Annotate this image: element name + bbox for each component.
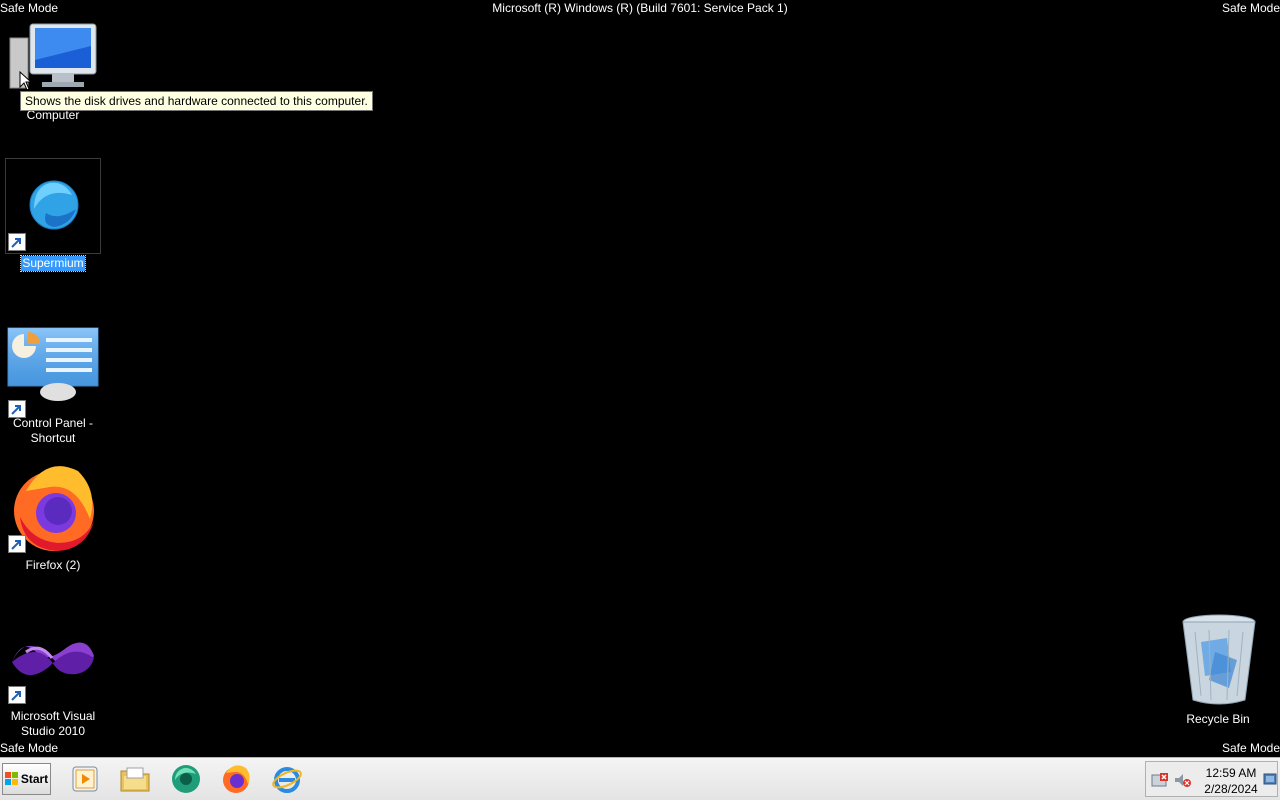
taskbar-explorer-button[interactable] (115, 762, 155, 796)
tooltip: Shows the disk drives and hardware conne… (20, 91, 373, 111)
desktop-icon-supermium[interactable]: Supermium (5, 158, 101, 272)
clock-date[interactable]: 2/28/2024 (1201, 782, 1261, 796)
taskbar-internet-explorer-button[interactable] (267, 762, 307, 796)
file-explorer-icon (120, 767, 150, 792)
desktop-icon-control-panel[interactable]: Control Panel - Shortcut (5, 326, 101, 447)
internet-explorer-icon (272, 767, 302, 793)
desktop-icon-label: Recycle Bin (1186, 712, 1250, 726)
desktop-icon-label: Firefox (2) (25, 558, 81, 572)
recycle-bin-icon (1171, 612, 1265, 706)
desktop-icon-firefox[interactable]: Firefox (2) (5, 461, 101, 574)
clock-time[interactable]: 12:59 AM (1201, 766, 1261, 780)
supermium-icon (5, 158, 101, 254)
build-version-text: Microsoft (R) Windows (R) (Build 7601: S… (492, 1, 788, 15)
safe-mode-label-bottom-left: Safe Mode (0, 741, 59, 755)
shortcut-arrow-icon (8, 686, 26, 704)
shortcut-arrow-icon (8, 233, 26, 251)
windows-logo-icon (4, 772, 18, 785)
desktop[interactable]: Safe Mode Safe Mode Microsoft (R) Window… (0, 0, 1280, 757)
shortcut-arrow-icon (8, 535, 26, 553)
volume-muted-icon[interactable] (1174, 772, 1192, 788)
desktop-icon-label: Control Panel - Shortcut (12, 416, 94, 445)
media-player-icon (72, 766, 98, 792)
taskbar-media-player-button[interactable] (65, 762, 105, 796)
visual-studio-icon (6, 612, 100, 706)
control-panel-icon (6, 326, 100, 420)
desktop-icon-label: Supermium (20, 255, 86, 272)
mouse-cursor-icon (19, 71, 31, 91)
show-desktop-icon[interactable] (1263, 770, 1277, 790)
start-label: Start (20, 772, 49, 786)
firefox-icon (6, 461, 100, 555)
shortcut-arrow-icon (8, 400, 26, 418)
taskbar-supermium-button[interactable] (166, 762, 206, 796)
desktop-icon-visual-studio[interactable]: Microsoft Visual Studio 2010 (5, 612, 101, 740)
safe-mode-label-bottom-right: Safe Mode (1221, 741, 1280, 755)
desktop-icon-recycle-bin[interactable]: Recycle Bin (1170, 612, 1266, 728)
supermium-icon (172, 765, 200, 793)
start-button[interactable]: Start (2, 763, 51, 795)
firefox-icon (223, 765, 250, 793)
system-tray: 12:59 AM 2/28/2024 (1145, 761, 1278, 797)
action-center-icon[interactable] (1151, 772, 1169, 788)
taskbar-firefox-button[interactable] (216, 762, 256, 796)
taskbar: Start 12:59 AM 2/28/2024 (0, 757, 1280, 800)
desktop-icon-label: Microsoft Visual Studio 2010 (10, 709, 96, 738)
